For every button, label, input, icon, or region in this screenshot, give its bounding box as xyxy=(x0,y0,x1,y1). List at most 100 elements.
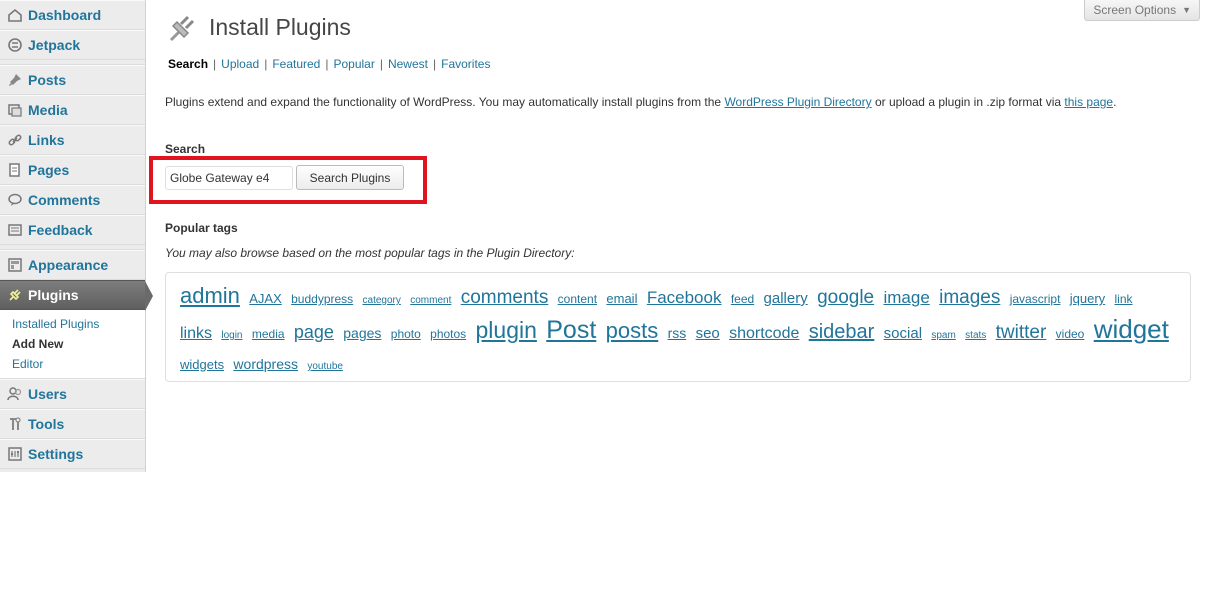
menu-plugins[interactable]: Plugins xyxy=(0,280,153,311)
pages-icon xyxy=(6,161,24,179)
menu-tools[interactable]: Tools xyxy=(0,409,145,439)
users-icon xyxy=(6,385,24,403)
media-icon xyxy=(6,101,24,119)
tag-link[interactable]: shortcode xyxy=(729,325,799,342)
menu-jetpack[interactable]: Jetpack xyxy=(0,30,145,60)
menu-appearance[interactable]: Appearance xyxy=(0,250,145,280)
screen-options-button[interactable]: Screen Options ▼ xyxy=(1084,0,1200,21)
tag-link[interactable]: admin xyxy=(180,283,240,308)
tag-cloud: admin AJAX buddypress category comment c… xyxy=(165,272,1191,382)
tag-link[interactable]: photo xyxy=(391,327,421,341)
tag-link[interactable]: images xyxy=(939,287,1000,308)
tab-favorites[interactable]: Favorites xyxy=(441,57,490,71)
tag-link[interactable]: posts xyxy=(606,318,659,343)
tag-link[interactable]: widgets xyxy=(180,357,224,372)
tag-link[interactable]: social xyxy=(884,325,922,342)
tag-link[interactable]: google xyxy=(817,287,874,308)
tools-icon xyxy=(6,415,24,433)
tag-link[interactable]: plugin xyxy=(476,317,537,343)
upload-page-link[interactable]: this page xyxy=(1064,95,1113,109)
menu-label: Users xyxy=(28,386,67,402)
tag-link[interactable]: video xyxy=(1056,327,1085,341)
search-input[interactable] xyxy=(165,166,293,190)
tag-link[interactable]: jquery xyxy=(1070,291,1105,306)
tag-link[interactable]: pages xyxy=(343,325,381,341)
tag-link[interactable]: stats xyxy=(965,330,986,341)
tab-featured[interactable]: Featured xyxy=(272,57,320,71)
tag-link[interactable]: link xyxy=(1115,292,1133,306)
menu-label: Feedback xyxy=(28,222,93,238)
tag-link[interactable]: twitter xyxy=(996,322,1047,343)
menu-label: Appearance xyxy=(28,257,109,273)
menu-feedback[interactable]: Feedback xyxy=(0,215,145,245)
menu-label: Dashboard xyxy=(28,7,102,23)
menu-links[interactable]: Links xyxy=(0,125,145,155)
submenu-editor[interactable]: Editor xyxy=(0,354,145,374)
menu-settings[interactable]: Settings xyxy=(0,439,145,469)
link-icon xyxy=(6,131,24,149)
tag-link[interactable]: Facebook xyxy=(647,288,722,307)
plugin-icon xyxy=(6,286,24,304)
appearance-icon xyxy=(6,256,24,274)
tag-link[interactable]: image xyxy=(883,288,929,307)
dashboard-icon xyxy=(6,6,24,24)
menu-label: Pages xyxy=(28,162,70,178)
tag-link[interactable]: youtube xyxy=(307,361,343,372)
menu-comments[interactable]: Comments xyxy=(0,185,145,215)
tag-link[interactable]: photos xyxy=(430,327,466,341)
tag-link[interactable]: javascript xyxy=(1010,292,1061,306)
menu-label: Links xyxy=(28,132,65,148)
tag-link[interactable]: email xyxy=(606,291,637,306)
tab-search[interactable]: Search xyxy=(168,57,208,71)
tag-link[interactable]: content xyxy=(558,292,597,306)
menu-label: Media xyxy=(28,102,68,118)
submenu-add-new[interactable]: Add New xyxy=(0,334,145,354)
popular-tags-heading: Popular tags xyxy=(165,221,238,235)
tag-link[interactable]: wordpress xyxy=(233,356,298,372)
menu-users[interactable]: Users xyxy=(0,379,145,409)
menu-pages[interactable]: Pages xyxy=(0,155,145,185)
tag-link[interactable]: spam xyxy=(931,330,955,341)
menu-posts[interactable]: Posts xyxy=(0,65,145,95)
tag-link[interactable]: media xyxy=(252,327,285,341)
tag-link[interactable]: feed xyxy=(731,292,754,306)
jetpack-icon xyxy=(6,36,24,54)
menu-media[interactable]: Media xyxy=(0,95,145,125)
install-tabs: Search | Upload | Featured | Popular | Newest | Fa… xyxy=(168,57,491,71)
tab-popular[interactable]: Popular xyxy=(333,57,374,71)
admin-sidebar: Dashboard Jetpack Posts Media Links Page… xyxy=(0,0,153,472)
feedback-icon xyxy=(6,221,24,239)
search-plugins-button[interactable]: Search Plugins xyxy=(296,165,404,190)
tag-link[interactable]: sidebar xyxy=(809,321,875,343)
submenu-installed-plugins[interactable]: Installed Plugins xyxy=(0,314,145,334)
menu-dashboard[interactable]: Dashboard xyxy=(0,0,145,30)
menu-label: Plugins xyxy=(28,287,79,303)
page-header: Install Plugins xyxy=(165,9,351,45)
search-heading: Search xyxy=(165,142,206,156)
tag-link[interactable]: widget xyxy=(1094,314,1169,344)
plugin-icon xyxy=(165,9,201,45)
tag-link[interactable]: page xyxy=(294,322,334,342)
tag-link[interactable]: comment xyxy=(410,295,451,306)
tag-link[interactable]: rss xyxy=(668,325,687,341)
tag-link[interactable]: Post xyxy=(546,316,596,344)
tag-link[interactable]: gallery xyxy=(764,290,808,307)
tag-link[interactable]: buddypress xyxy=(291,292,353,306)
tab-newest[interactable]: Newest xyxy=(388,57,428,71)
menu-label: Tools xyxy=(28,416,65,432)
menu-label: Posts xyxy=(28,72,67,88)
tag-link[interactable]: login xyxy=(221,330,242,341)
settings-icon xyxy=(6,445,24,463)
intro-text: Plugins extend and expand the functional… xyxy=(165,95,1117,109)
pin-icon xyxy=(6,71,24,89)
plugins-submenu: Installed Plugins Add New Editor xyxy=(0,310,145,379)
tag-link[interactable]: seo xyxy=(696,325,720,342)
tag-link[interactable]: links xyxy=(180,325,212,342)
plugin-directory-link[interactable]: WordPress Plugin Directory xyxy=(724,95,871,109)
tag-link[interactable]: comments xyxy=(461,287,549,308)
menu-label: Comments xyxy=(28,192,101,208)
tag-link[interactable]: AJAX xyxy=(249,291,282,306)
tab-upload[interactable]: Upload xyxy=(221,57,259,71)
tag-link[interactable]: category xyxy=(363,295,401,306)
chevron-down-icon: ▼ xyxy=(1182,5,1191,15)
